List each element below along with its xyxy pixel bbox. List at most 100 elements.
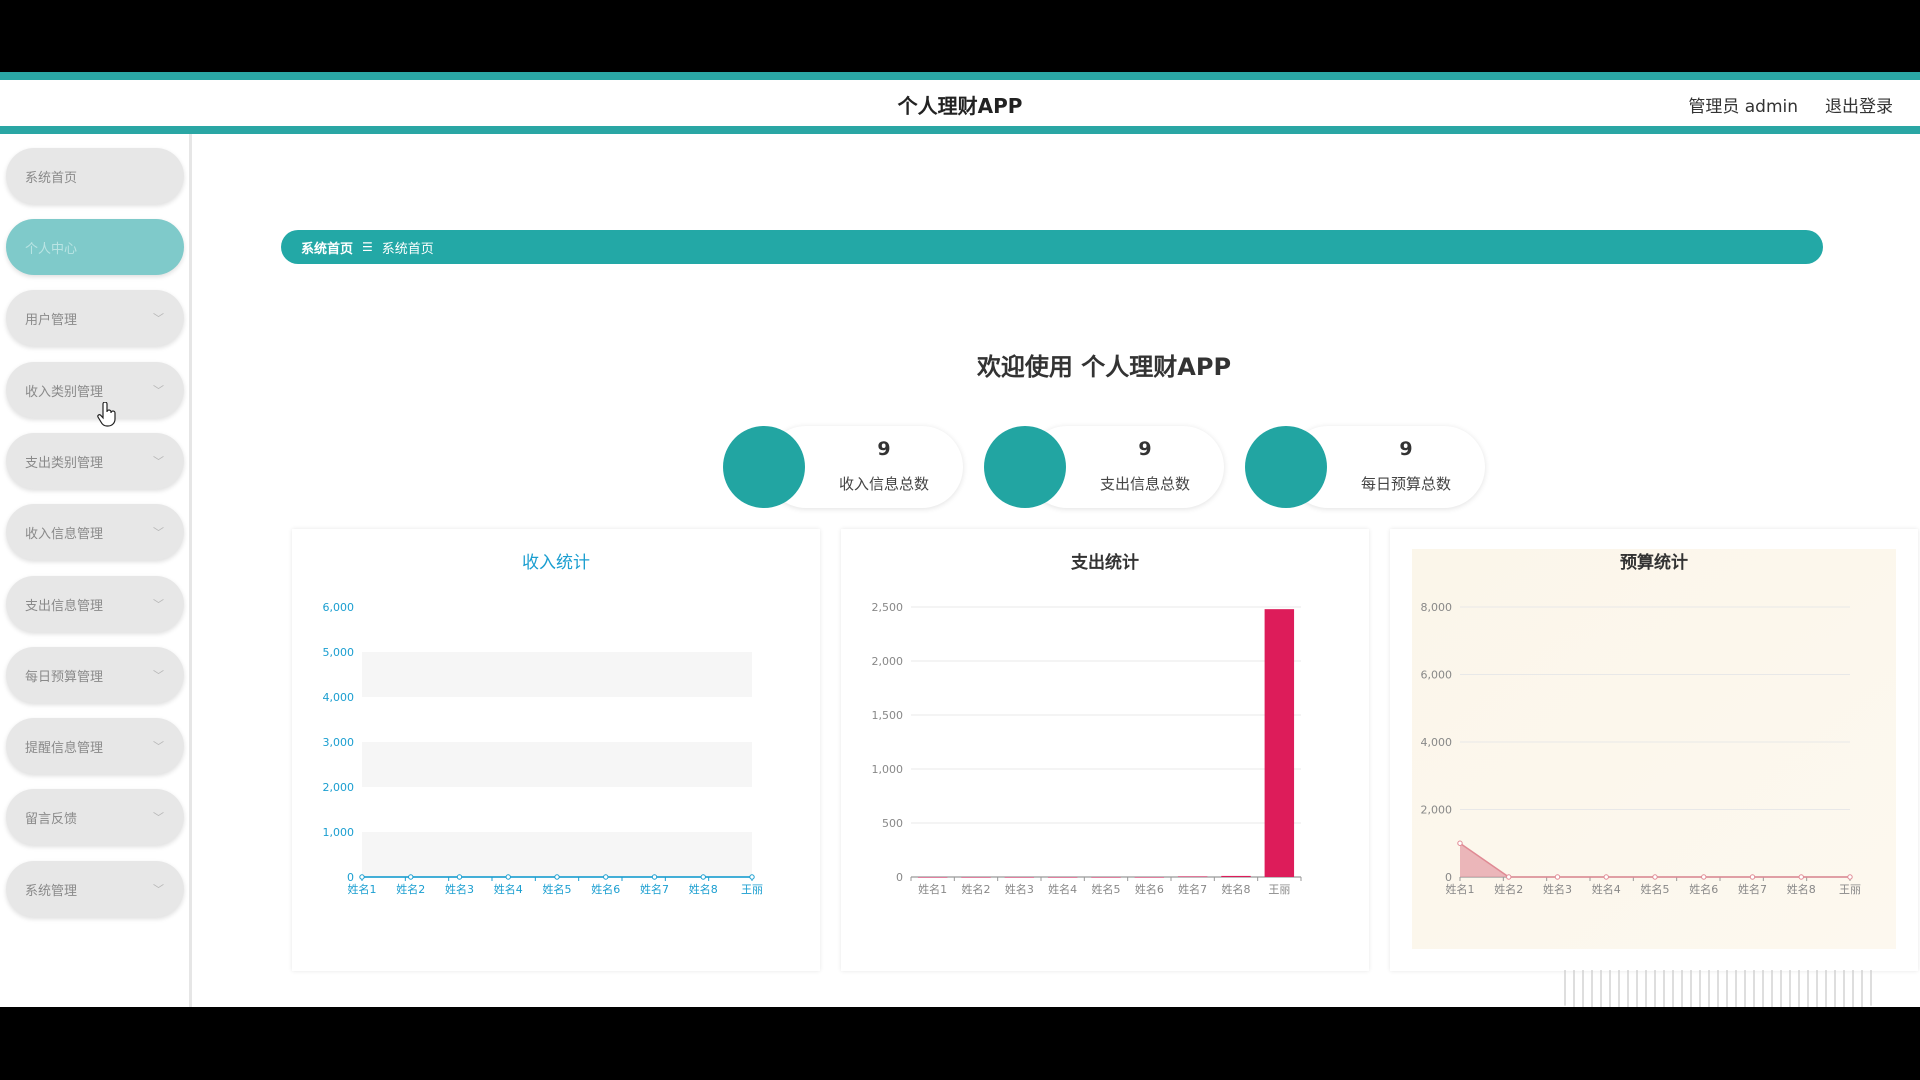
admin-label: 管理员 admin: [1688, 97, 1798, 117]
data-point: [456, 874, 463, 880]
stat-label: 支出信息总数: [1099, 475, 1190, 493]
sidebar-item-system[interactable]: 系统管理 ﹀: [6, 861, 184, 917]
grid-band: [362, 652, 752, 697]
y-tick-label: 1,000: [323, 826, 355, 839]
grid-band: [362, 742, 752, 787]
screen: 个人理财APP 管理员 admin 退出登录 系统首页 个人中心 用户管理 ﹀ 收…: [0, 0, 1920, 1080]
x-tick-label: 姓名8: [689, 882, 718, 896]
expense-chart: 0 500 1,000 1,500 2,000 2,500 姓名1 姓名2 姓名3 姓名4 姓名5 姓…: [872, 601, 1302, 896]
budget-chart: 02,0004,0006,0008,000姓名1 姓名2 姓名3 姓名4 姓名5 姓名6 姓…: [1412, 549, 1896, 949]
top-bar: 个人理财APP 管理员 admin 退出登录: [0, 72, 1920, 134]
x-tick-label: 姓名1: [918, 882, 947, 896]
sidebar-item-label: 留言反馈: [25, 811, 78, 827]
data-point: [1457, 840, 1463, 846]
chevron-down-icon: ﹀: [153, 811, 164, 824]
sidebar-item-label: 每日预算管理: [25, 669, 104, 685]
y-tick-label: 2,000: [1421, 804, 1453, 817]
data-point: [1603, 874, 1609, 880]
breadcrumb: 系统首页 ☰ 系统首页: [281, 230, 1823, 264]
data-point: [1506, 874, 1512, 880]
x-tick-label: 姓名6: [1135, 882, 1164, 896]
sidebar-item-expense-info[interactable]: 支出信息管理 ﹀: [6, 576, 184, 632]
data-point: [749, 874, 755, 880]
chevron-down-icon: ﹀: [153, 526, 164, 539]
x-tick-label: 姓名7: [1178, 882, 1207, 896]
bar: [1264, 609, 1295, 877]
data-point: [408, 874, 414, 880]
sidebar-item-daily-budget[interactable]: 每日预算管理 ﹀: [6, 647, 184, 703]
budget-chart-title: 预算统计: [1620, 553, 1688, 573]
y-tick-label: 4,000: [1421, 736, 1453, 749]
y-tick-label: 4,000: [323, 691, 355, 704]
income-chart-panel: 0 1,000 2,000 3,000 4,000 5,000 6,000 姓名1 姓名2 姓名3…: [292, 529, 820, 971]
chevron-down-icon: ﹀: [153, 740, 164, 753]
y-tick-label: 3,000: [323, 736, 355, 749]
data-point: [1701, 874, 1707, 880]
stat-expense-count: 9 支出信息总数: [984, 426, 1224, 508]
sidebar-item-income-info[interactable]: 收入信息管理 ﹀: [6, 504, 184, 560]
x-tick-label: 姓名6: [1689, 882, 1718, 896]
hand-cursor-icon: [97, 402, 116, 427]
x-tick-label: 姓名3: [445, 882, 474, 896]
y-tick-label: 5,000: [323, 646, 355, 659]
data-point: [1652, 874, 1658, 880]
data-point: [1847, 874, 1853, 880]
y-tick-label: 6,000: [1421, 669, 1453, 682]
bar: [1221, 875, 1251, 877]
budget-chart-panel: 0 2,000 4,000 6,000 8,000 姓名1 姓名2 姓名3 姓名4 姓名5 姓名6 姓…: [1390, 529, 1918, 971]
x-tick-label: 王丽: [741, 883, 763, 896]
x-tick-label: 姓名7: [640, 882, 669, 896]
sidebar-item-label: 收入信息管理: [25, 526, 104, 542]
breadcrumb-home[interactable]: 系统首页: [301, 238, 353, 257]
bar: [1091, 877, 1121, 878]
sidebar-item-user-management[interactable]: 用户管理 ﹀: [6, 290, 184, 346]
breadcrumb-current: 系统首页: [381, 241, 434, 257]
bar: [1177, 876, 1208, 877]
chevron-down-icon: ﹀: [153, 312, 164, 325]
x-tick-label: 姓名7: [1738, 882, 1767, 896]
x-tick-label: 姓名8: [1787, 882, 1816, 896]
decorative-stripes: [1564, 970, 1872, 1007]
x-tick-label: 姓名8: [1222, 882, 1251, 896]
data-point: [554, 874, 560, 880]
logout-link[interactable]: 退出登录: [1825, 92, 1893, 117]
data-point: [700, 874, 706, 880]
stat-circle-icon: [1245, 426, 1327, 508]
data-point: [359, 874, 365, 880]
x-tick-label: 姓名6: [591, 882, 620, 896]
data-point: [1749, 874, 1756, 880]
chevron-down-icon: ﹀: [153, 883, 164, 896]
x-tick-label: 姓名1: [348, 882, 377, 896]
expense-chart-panel: 0 500 1,000 1,500 2,000 2,500 姓名1 姓名2 姓名3 姓名4 姓名5 姓…: [841, 529, 1369, 971]
y-tick-label: 2,500: [872, 601, 904, 614]
sidebar-item-label: 个人中心: [25, 241, 78, 257]
x-tick-label: 姓名2: [396, 882, 425, 896]
y-tick-label: 2,000: [323, 781, 355, 794]
y-tick-label: 1,000: [872, 763, 904, 776]
sidebar-item-label: 支出信息管理: [25, 598, 104, 614]
stat-circle-icon: [984, 426, 1066, 508]
data-point: [1798, 874, 1804, 880]
app-window: 个人理财APP 管理员 admin 退出登录 系统首页 个人中心 用户管理 ﹀ 收…: [0, 72, 1920, 1007]
chevron-down-icon: ﹀: [153, 384, 164, 397]
x-tick-label: 姓名4: [1592, 882, 1621, 896]
x-tick-label: 姓名4: [494, 882, 523, 896]
sidebar-item-expense-category[interactable]: 支出类别管理 ﹀: [6, 433, 184, 489]
x-tick-label: 王丽: [1268, 883, 1290, 896]
chevron-down-icon: ﹀: [153, 455, 164, 468]
sidebar-item-feedback[interactable]: 留言反馈 ﹀: [6, 789, 184, 845]
chevron-down-icon: ﹀: [153, 598, 164, 611]
y-tick-label: 500: [882, 817, 903, 830]
sidebar-item-reminder[interactable]: 提醒信息管理 ﹀: [6, 718, 184, 774]
x-tick-label: 姓名1: [1446, 882, 1475, 896]
sidebar-item-home[interactable]: 系统首页: [6, 148, 184, 204]
sidebar-item-label: 支出类别管理: [25, 455, 104, 471]
stat-value: 9: [1399, 438, 1413, 460]
sidebar-item-personal-center[interactable]: 个人中心: [6, 219, 184, 275]
x-tick-label: 姓名4: [1048, 882, 1077, 896]
bar: [961, 877, 991, 878]
data-point: [651, 874, 658, 880]
bar: [1047, 877, 1078, 878]
stat-label: 收入信息总数: [838, 475, 929, 493]
stat-value: 9: [877, 438, 891, 460]
